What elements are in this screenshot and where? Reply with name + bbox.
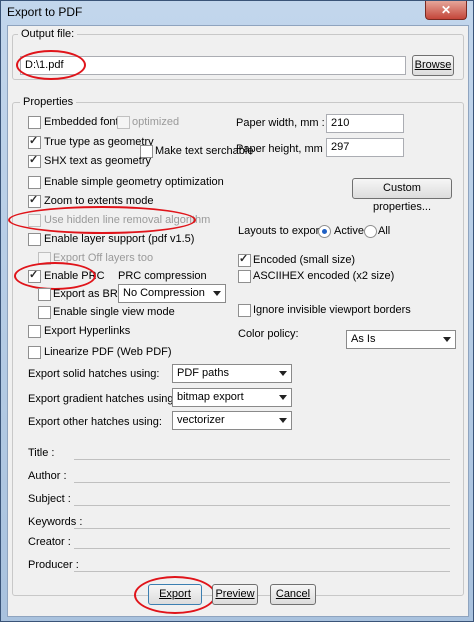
paper-height-input[interactable]: 297 <box>326 138 404 157</box>
ignore-borders-label: Ignore invisible viewport borders <box>253 304 411 316</box>
cancel-label: Cancel <box>275 588 311 600</box>
asciihex-checkbox[interactable] <box>238 270 251 283</box>
close-button[interactable]: ✕ <box>425 1 467 20</box>
gradient-hatches-select[interactable]: bitmap export <box>172 388 292 407</box>
encoded-label: Encoded (small size) <box>253 254 356 266</box>
single-view-label: Enable single view mode <box>53 306 175 318</box>
prc-compression-value: No Compression <box>123 287 205 299</box>
active-label: Active <box>334 225 364 237</box>
annotation-circle-prc <box>14 262 96 290</box>
optimized-label: optimized <box>132 116 180 128</box>
all-radio[interactable] <box>364 225 377 238</box>
simple-geometry-label: Enable simple geometry optimization <box>44 176 224 188</box>
optimized-checkbox[interactable] <box>117 116 130 129</box>
true-type-checkbox[interactable] <box>28 134 41 149</box>
preview-label: Preview <box>215 588 255 600</box>
shx-text-label: SHX text as geometry <box>44 155 151 167</box>
all-label: All <box>378 225 391 237</box>
single-view-checkbox[interactable] <box>38 306 51 319</box>
preview-button[interactable]: Preview <box>212 584 258 605</box>
color-policy-value: As Is <box>351 333 376 345</box>
solid-hatches-label: Export solid hatches using: <box>28 368 160 380</box>
producer-input[interactable] <box>74 553 450 572</box>
gradient-hatches-label: Export gradient hatches using: <box>28 393 177 405</box>
chevron-down-icon <box>279 418 287 423</box>
subject-input[interactable] <box>74 487 450 506</box>
export-dialog-window: Export to PDF ✕ Output file: D:\1.pdf Br… <box>0 0 474 622</box>
zoom-extents-checkbox[interactable] <box>28 193 41 208</box>
author-input[interactable] <box>74 464 450 483</box>
annotation-circle-output <box>16 50 86 80</box>
author-label: Author : <box>28 470 67 482</box>
solid-hatches-value: PDF paths <box>177 367 229 379</box>
true-type-label: True type as geometry <box>44 136 154 148</box>
other-hatches-value: vectorizer <box>177 414 225 426</box>
layouts-export-label: Layouts to export : <box>238 225 329 237</box>
window-title: Export to PDF <box>7 5 83 19</box>
linearize-checkbox[interactable] <box>28 346 41 359</box>
paper-width-input[interactable]: 210 <box>326 114 404 133</box>
title-bar: Export to PDF ✕ <box>1 1 473 23</box>
layer-support-label: Enable layer support (pdf v1.5) <box>44 233 195 245</box>
embedded-fonts-label: Embedded fonts <box>44 116 125 128</box>
ignore-borders-checkbox[interactable] <box>238 304 251 317</box>
paper-height-label: Paper height, mm : <box>236 143 329 155</box>
embedded-fonts-checkbox[interactable] <box>28 116 41 129</box>
other-hatches-label: Export other hatches using: <box>28 416 162 428</box>
color-policy-label: Color policy: <box>238 328 299 340</box>
keywords-input[interactable] <box>74 510 450 529</box>
linearize-label: Linearize PDF (Web PDF) <box>44 346 172 358</box>
properties-title: Properties <box>20 96 77 108</box>
chevron-down-icon <box>279 371 287 376</box>
solid-hatches-select[interactable]: PDF paths <box>172 364 292 383</box>
annotation-circle-hidden-line <box>8 206 196 234</box>
creator-label: Creator : <box>28 536 71 548</box>
cancel-button[interactable]: Cancel <box>270 584 316 605</box>
export-brep-checkbox[interactable] <box>38 288 51 301</box>
hyperlinks-checkbox[interactable] <box>28 325 41 338</box>
gradient-hatches-value: bitmap export <box>177 391 244 403</box>
encoded-checkbox[interactable] <box>238 252 251 267</box>
active-radio[interactable] <box>318 225 331 238</box>
subject-label: Subject : <box>28 493 71 505</box>
custom-properties-label: Custom properties... <box>372 182 432 213</box>
dialog-client-area: Output file: D:\1.pdf Browse Properties … <box>7 25 469 617</box>
prc-compression-label: PRC compression <box>118 270 207 282</box>
title-input[interactable] <box>74 441 450 460</box>
prc-compression-select[interactable]: No Compression <box>118 284 226 303</box>
asciihex-label: ASCIIHEX encoded (x2 size) <box>253 270 395 282</box>
annotation-circle-export <box>134 576 216 614</box>
browse-label: Browse <box>414 59 452 71</box>
title-label: Title : <box>28 447 55 459</box>
shx-text-checkbox[interactable] <box>28 153 41 168</box>
simple-geometry-checkbox[interactable] <box>28 176 41 189</box>
chevron-down-icon <box>443 337 451 342</box>
browse-button[interactable]: Browse <box>412 55 454 76</box>
output-file-label: Output file: <box>18 28 78 40</box>
chevron-down-icon <box>213 291 221 296</box>
other-hatches-select[interactable]: vectorizer <box>172 411 292 430</box>
color-policy-select[interactable]: As Is <box>346 330 456 349</box>
creator-input[interactable] <box>74 530 450 549</box>
hyperlinks-label: Export Hyperlinks <box>44 325 131 337</box>
layer-support-checkbox[interactable] <box>28 233 41 246</box>
paper-width-label: Paper width, mm : <box>236 117 325 129</box>
custom-properties-button[interactable]: Custom properties... <box>352 178 452 213</box>
chevron-down-icon <box>279 395 287 400</box>
producer-label: Producer : <box>28 559 79 571</box>
